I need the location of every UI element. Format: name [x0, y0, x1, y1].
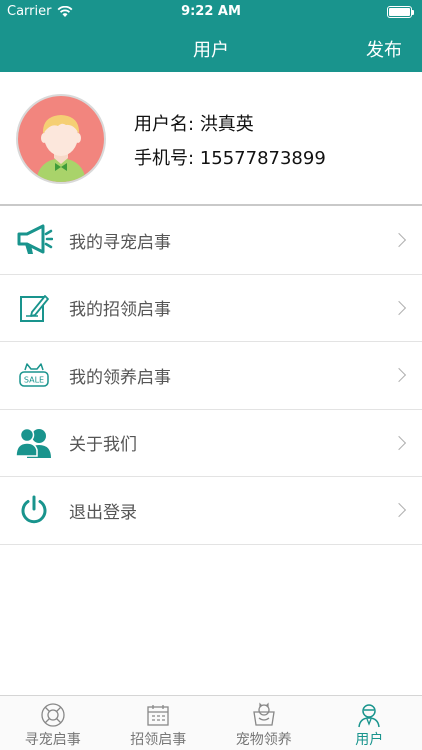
avatar[interactable] [16, 94, 106, 184]
svg-text:SALE: SALE [24, 376, 44, 385]
avatar-boy-icon [36, 115, 86, 182]
publish-button[interactable]: 发布 [366, 36, 402, 62]
power-icon [14, 490, 54, 530]
page-title: 用户 [193, 40, 229, 61]
menu-label-adoption: 我的领养启事 [69, 367, 171, 388]
menu-item-adoption-notices[interactable]: SALE 我的领养启事 [0, 342, 422, 410]
status-time: 9:22 AM [181, 4, 241, 19]
sale-cat-icon: SALE [14, 355, 54, 395]
chevron-right-icon [391, 300, 407, 315]
tab-found-notices[interactable]: 招领启事 [106, 696, 212, 750]
tab-pet-adoption[interactable]: 宠物领养 [211, 696, 317, 750]
tab-label-user: 用户 [355, 732, 384, 748]
menu-label-found: 我的招领启事 [69, 300, 171, 321]
phone-label: 手机号: [134, 148, 195, 169]
status-bar: Carrier 9:22 AM [0, 0, 422, 24]
menu-label-about: 关于我们 [69, 435, 137, 456]
megaphone-icon [14, 220, 54, 260]
phone-value: 15577873899 [199, 148, 326, 169]
menu-label-lost-pet: 我的寻宠启事 [69, 232, 171, 253]
tab-lost-pets[interactable]: 寻宠启事 [0, 696, 106, 750]
battery-icon [387, 6, 414, 18]
calendar-icon [147, 705, 169, 726]
menu-item-found-notices[interactable]: 我的招领启事 [0, 274, 422, 342]
tab-label-adoption: 宠物领养 [235, 732, 292, 748]
menu-item-lost-pet-notices[interactable]: 我的寻宠启事 [0, 207, 422, 275]
chevron-right-icon [391, 435, 407, 450]
menu-item-logout[interactable]: 退出登录 [0, 477, 422, 545]
username-value: 洪真英 [199, 114, 254, 135]
tab-user[interactable]: 用户 [317, 696, 422, 750]
pet-box-icon [252, 702, 275, 726]
username-label: 用户名: [134, 114, 195, 135]
chevron-right-icon [391, 503, 407, 518]
chevron-right-icon [391, 233, 407, 248]
people-icon [14, 423, 54, 463]
tab-label-found: 招领启事 [130, 732, 187, 748]
phone-row: 手机号: 15577873899 [134, 142, 326, 176]
profile-card: 用户名: 洪真英 手机号: 15577873899 [0, 72, 422, 206]
top-bar: Carrier 9:22 AM 用户 发布 [0, 0, 422, 72]
user-info: 用户名: 洪真英 手机号: 15577873899 [134, 108, 326, 176]
tab-bar: 寻宠启事 招领启事 宠物领养 用户 [0, 695, 422, 750]
menu-list: 我的寻宠启事 我的招领启事 SALE 我的领养启事 关于我们 退出登录 [0, 207, 422, 545]
tab-label-lost-pets: 寻宠启事 [24, 732, 81, 748]
user-icon [358, 704, 380, 728]
edit-note-icon [14, 288, 54, 328]
username-row: 用户名: 洪真英 [134, 108, 326, 142]
menu-label-logout: 退出登录 [69, 502, 137, 523]
menu-item-about-us[interactable]: 关于我们 [0, 409, 422, 477]
chevron-right-icon [391, 368, 407, 383]
lifebuoy-icon [41, 703, 65, 727]
